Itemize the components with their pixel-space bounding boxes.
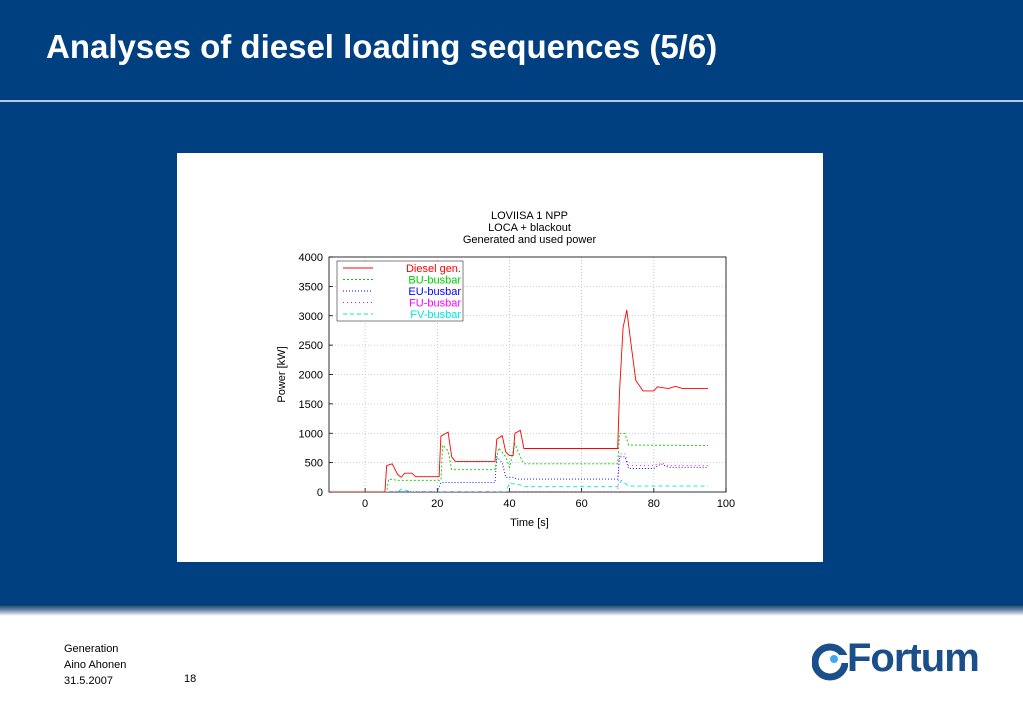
legend-label: FV-busbar: [410, 309, 461, 321]
chart-svg: LOVIISA 1 NPPLOCA + blackoutGenerated an…: [276, 210, 735, 529]
chart-panel: LOVIISA 1 NPP LOCA + blackout Generated an…: [177, 153, 823, 562]
x-tick-label: 40: [503, 498, 515, 510]
legend-label: BU-busbar: [408, 275, 461, 287]
legend-label: EU-busbar: [408, 286, 461, 298]
series-line: [329, 309, 708, 492]
page-number: 18: [184, 673, 197, 685]
y-tick-label: 0: [317, 487, 323, 499]
chart-title-line: Generated and used power: [463, 234, 597, 246]
x-tick-label: 100: [717, 498, 735, 510]
slide-title: Analyses of diesel loading sequences (5/…: [46, 28, 718, 65]
fortum-logo: Fortum: [812, 636, 987, 684]
legend-label: FU-busbar: [409, 298, 461, 310]
y-tick-label: 500: [305, 458, 323, 470]
logo-text: Fortum: [847, 636, 980, 680]
x-tick-label: 20: [431, 498, 443, 510]
footer-date: 31.5.2007: [64, 675, 113, 687]
y-tick-label: 1500: [299, 399, 323, 411]
y-tick-label: 1000: [299, 428, 323, 440]
content-bottom-gradient: [0, 604, 1023, 616]
legend-label: Diesel gen.: [406, 263, 461, 275]
x-tick-label: 60: [576, 498, 588, 510]
y-tick-label: 2000: [299, 370, 323, 382]
y-tick-label: 3000: [299, 311, 323, 323]
chart-title-line: LOCA + blackout: [488, 222, 571, 234]
chart-title-line: LOVIISA 1 NPP: [491, 210, 568, 222]
y-tick-label: 4000: [299, 252, 323, 264]
fortum-logo-icon: [812, 643, 848, 681]
footer-info: Generation Aino Ahonen 31.5.2007: [64, 641, 126, 689]
footer-author: Aino Ahonen: [64, 659, 127, 671]
x-tick-label: 0: [362, 498, 368, 510]
y-tick-label: 2500: [299, 340, 323, 352]
footer-department: Generation: [64, 643, 119, 655]
y-axis-label: Power [kW]: [276, 346, 288, 402]
x-axis-label: Time [s]: [510, 517, 549, 529]
y-tick-label: 3500: [299, 281, 323, 293]
x-tick-label: 80: [648, 498, 660, 510]
